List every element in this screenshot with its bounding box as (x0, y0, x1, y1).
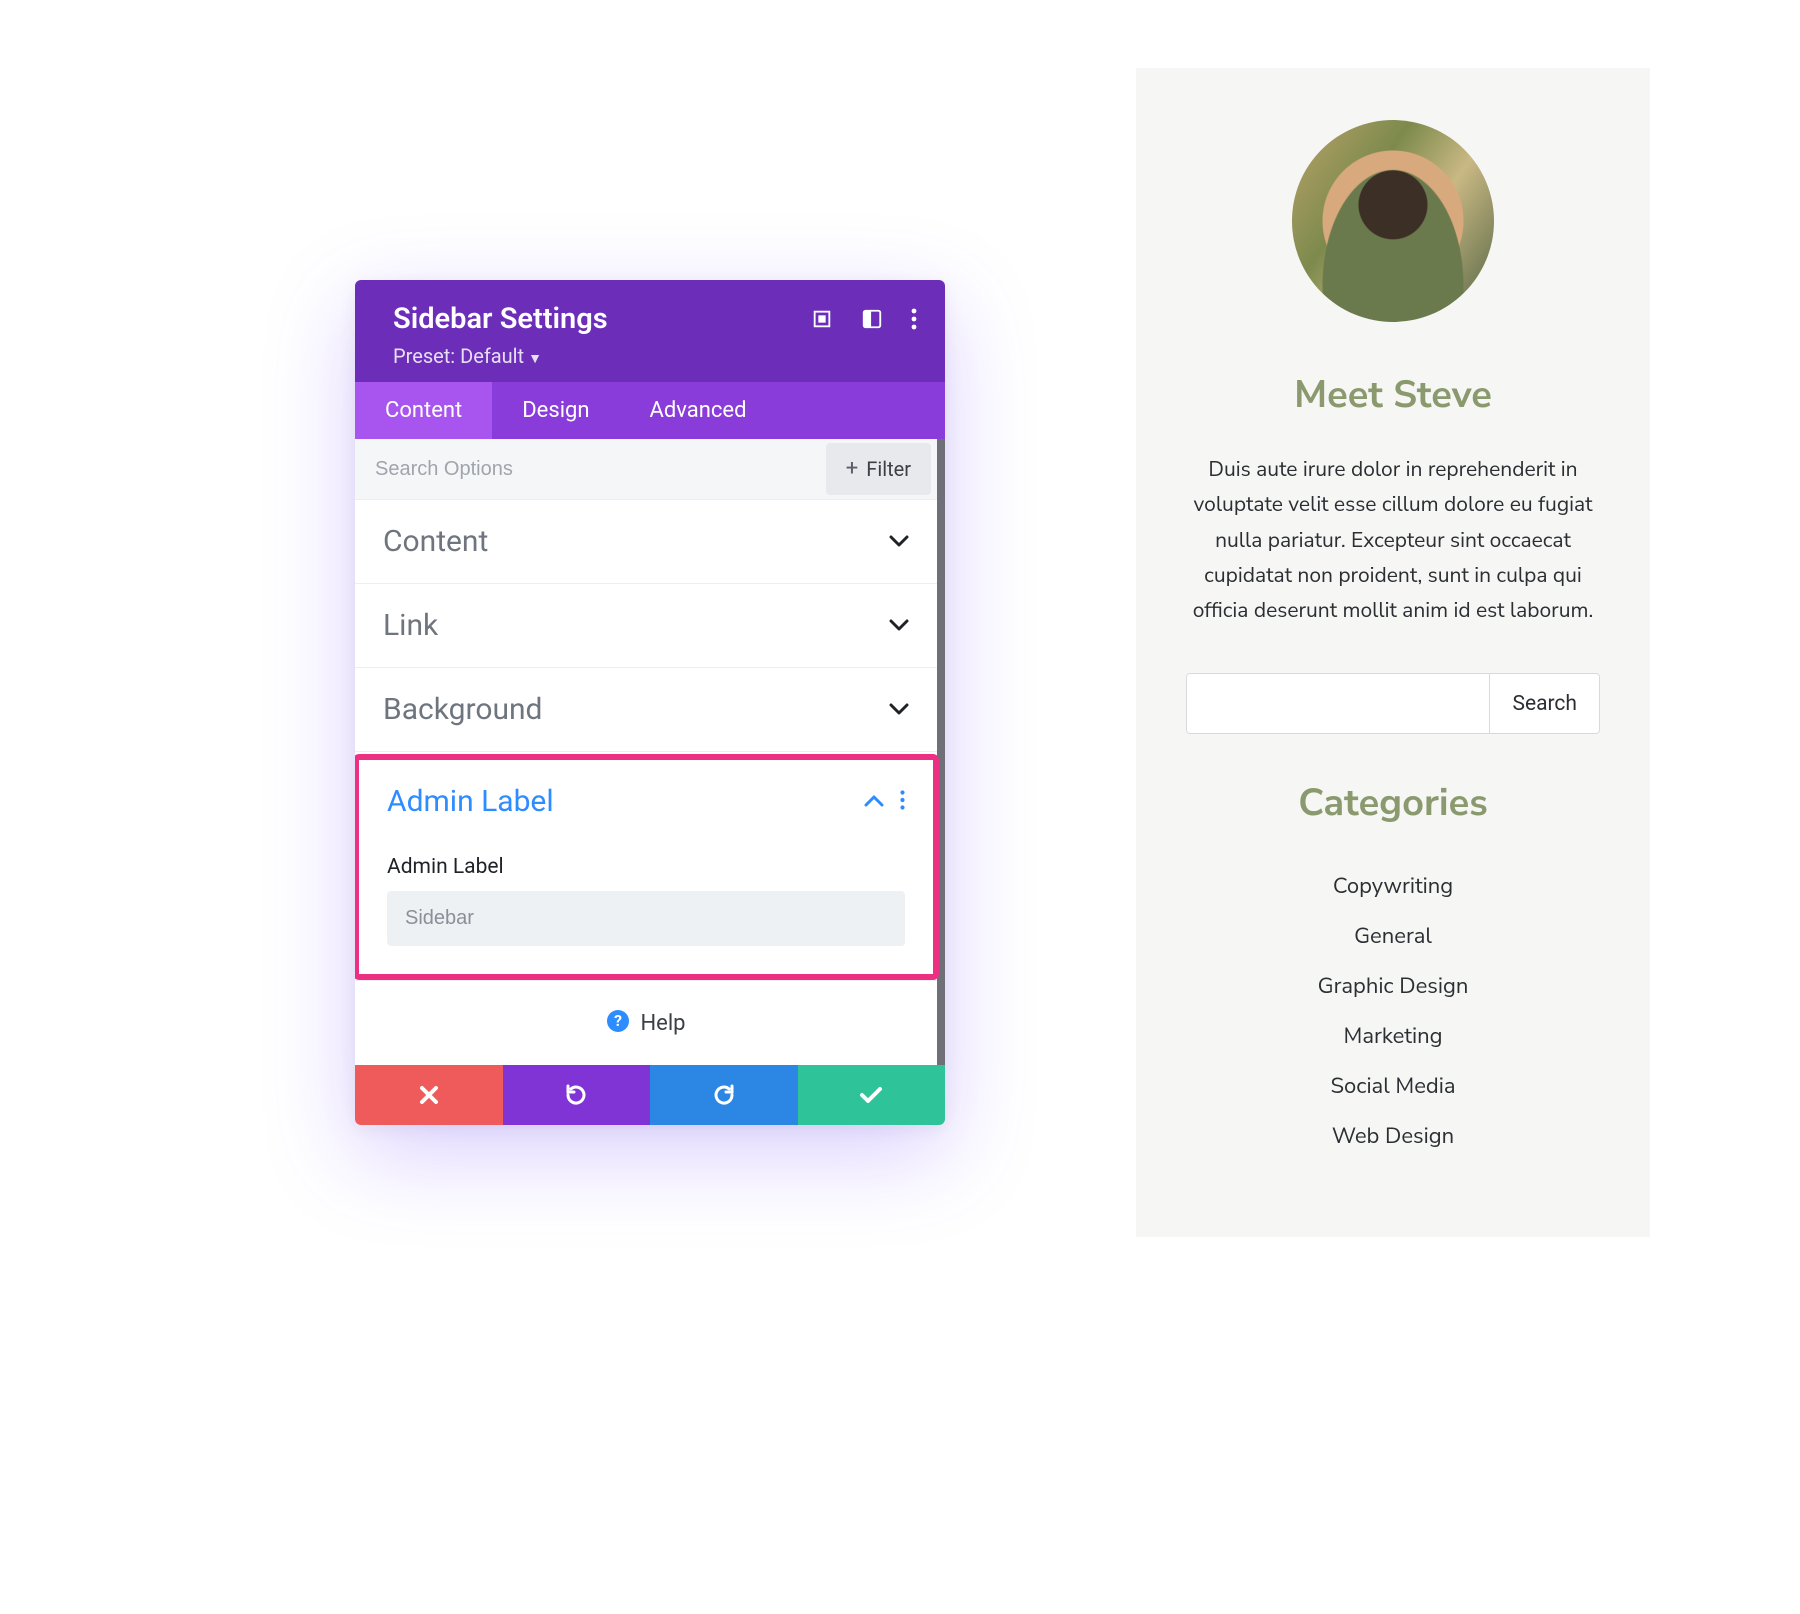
filter-button[interactable]: + Filter (826, 443, 931, 495)
category-link[interactable]: Copywriting (1333, 871, 1453, 901)
admin-label-input[interactable] (387, 891, 905, 946)
search-options-input[interactable] (355, 440, 820, 499)
preset-label: Preset: Default (393, 344, 524, 368)
preset-dropdown[interactable]: Preset: Default▼ (393, 344, 917, 368)
sidebar-settings-panel: Sidebar Settings Preset: Default▼ (355, 280, 945, 1125)
svg-text:?: ? (614, 1011, 622, 1030)
snap-panel-icon[interactable] (861, 308, 883, 330)
tab-content[interactable]: Content (355, 382, 492, 439)
save-button[interactable] (798, 1065, 946, 1125)
more-vertical-icon[interactable] (900, 790, 905, 814)
list-item: Web Design (1186, 1111, 1600, 1161)
category-link[interactable]: General (1354, 921, 1432, 951)
chevron-down-icon (889, 700, 909, 719)
section-admin-label-label: Admin Label (387, 784, 554, 819)
redo-icon (712, 1083, 736, 1107)
list-item: Social Media (1186, 1061, 1600, 1111)
list-item: Marketing (1186, 1011, 1600, 1061)
help-icon: ? (606, 1009, 630, 1037)
avatar (1292, 120, 1494, 322)
sidebar-preview: Meet Steve Duis aute irure dolor in repr… (1136, 68, 1650, 1237)
category-link[interactable]: Graphic Design (1318, 971, 1469, 1001)
categories-list: Copywriting General Graphic Design Marke… (1186, 861, 1600, 1161)
panel-footer (355, 1065, 945, 1125)
expand-icon[interactable] (811, 308, 833, 330)
bio-text: Duis aute irure dolor in reprehenderit i… (1186, 453, 1600, 629)
admin-label-field-label: Admin Label (387, 855, 905, 879)
admin-label-body: Admin Label (359, 855, 933, 974)
section-link-label: Link (383, 608, 438, 643)
category-link[interactable]: Web Design (1332, 1121, 1454, 1151)
redo-button[interactable] (650, 1065, 798, 1125)
chevron-up-icon (864, 792, 884, 811)
list-item: General (1186, 911, 1600, 961)
meet-heading: Meet Steve (1186, 370, 1600, 421)
panel-body: + Filter Content Link Background (355, 439, 945, 1065)
undo-button[interactable] (503, 1065, 651, 1125)
filter-label: Filter (866, 457, 911, 481)
section-background-label: Background (383, 692, 542, 727)
search-widget: Search (1186, 673, 1600, 734)
sidebar-search-button[interactable]: Search (1489, 674, 1599, 733)
list-item: Copywriting (1186, 861, 1600, 911)
panel-tabs: Content Design Advanced (355, 382, 945, 439)
panel-title: Sidebar Settings (393, 302, 608, 336)
tab-design[interactable]: Design (492, 382, 619, 439)
close-icon (419, 1085, 439, 1105)
chevron-down-icon (889, 616, 909, 635)
caret-down-icon: ▼ (528, 351, 542, 367)
chevron-down-icon (889, 532, 909, 551)
more-vertical-icon[interactable] (911, 308, 917, 330)
list-item: Graphic Design (1186, 961, 1600, 1011)
plus-icon: + (846, 458, 858, 480)
categories-heading: Categories (1186, 778, 1600, 829)
section-content[interactable]: Content (355, 500, 937, 584)
panel-header: Sidebar Settings Preset: Default▼ (355, 280, 945, 382)
section-admin-label[interactable]: Admin Label (359, 760, 933, 843)
tab-advanced[interactable]: Advanced (620, 382, 777, 439)
section-background[interactable]: Background (355, 668, 937, 752)
check-icon (859, 1085, 883, 1105)
help-label: Help (640, 1011, 685, 1036)
category-link[interactable]: Social Media (1331, 1071, 1456, 1101)
category-link[interactable]: Marketing (1344, 1021, 1443, 1051)
section-content-label: Content (383, 524, 488, 559)
undo-icon (564, 1083, 588, 1107)
cancel-button[interactable] (355, 1065, 503, 1125)
admin-label-highlight: Admin Label Admin Label (355, 754, 939, 980)
sidebar-search-input[interactable] (1187, 674, 1489, 733)
search-options-row: + Filter (355, 439, 937, 500)
help-row[interactable]: ? Help (355, 980, 937, 1065)
section-link[interactable]: Link (355, 584, 937, 668)
